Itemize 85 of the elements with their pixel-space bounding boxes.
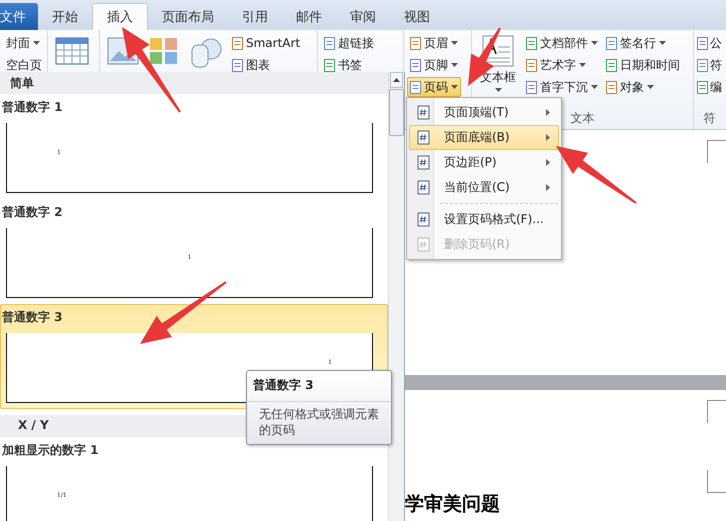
caret-icon: [494, 88, 502, 92]
command-icon: [697, 36, 708, 50]
ribbon-button[interactable]: 编: [696, 77, 723, 97]
ribbon-button[interactable]: 超链接: [321, 33, 377, 53]
caret-icon: [451, 63, 458, 67]
command-icon: [697, 58, 708, 72]
command-icon: [410, 58, 421, 72]
ribbon-tab[interactable]: 页面布局: [148, 3, 228, 30]
ribbon-tab[interactable]: 审阅: [336, 3, 390, 30]
caret-icon: [451, 41, 458, 45]
clip-art-icon[interactable]: [149, 37, 179, 65]
gallery-heading: 简单: [0, 72, 388, 94]
table-icon[interactable]: [55, 37, 89, 65]
caret-icon: [591, 41, 598, 45]
scroll-thumb[interactable]: [389, 89, 404, 136]
command-icon: [526, 36, 537, 50]
ribbon-tab[interactable]: 插入: [92, 3, 148, 30]
caret-icon: [33, 41, 40, 45]
command-icon: [324, 36, 335, 50]
ribbon-button[interactable]: 对象: [603, 77, 683, 97]
caret-icon: [659, 41, 666, 45]
ribbon-button[interactable]: 空白页: [3, 55, 45, 75]
menu-item[interactable]: 设置页码格式(F)...: [409, 200, 559, 232]
shapes-icon[interactable]: [189, 37, 223, 69]
caret-icon: [591, 85, 598, 89]
command-icon: [410, 80, 421, 94]
gallery-item-label: 普通数字 1: [1, 99, 64, 116]
gallery-item-label: 普通数字 2: [1, 204, 64, 221]
command-icon: [697, 80, 708, 94]
command-icon: [324, 58, 335, 72]
ribbon-button[interactable]: 页码: [407, 77, 461, 97]
page-icon: [416, 180, 430, 195]
ribbon-button[interactable]: 签名行: [603, 33, 683, 53]
ribbon-button[interactable]: 文档部件: [523, 33, 601, 53]
page-icon: [416, 130, 430, 145]
tooltip-title: 普通数字 3: [247, 371, 391, 402]
ribbon-button[interactable]: SmartArt: [229, 33, 304, 53]
ribbon-button[interactable]: 艺术字: [523, 55, 601, 75]
command-icon: [232, 58, 243, 72]
group-label: 符: [704, 111, 716, 125]
ribbon-tab[interactable]: 开始: [38, 3, 92, 30]
menu-item[interactable]: 页边距(P): [409, 150, 559, 175]
command-icon: [232, 36, 243, 50]
page-icon: [416, 212, 430, 227]
command-icon: [410, 36, 421, 50]
ribbon-button[interactable]: 页脚: [407, 55, 461, 75]
caret-icon: [579, 63, 586, 67]
page-icon: [416, 155, 430, 170]
ribbon-tab[interactable]: 文件: [0, 3, 38, 30]
gallery-item-label: 加粗显示的数字 1: [1, 442, 100, 459]
command-icon: [606, 80, 617, 94]
command-icon: [606, 58, 617, 72]
ribbon-button[interactable]: 首字下沉: [523, 77, 601, 97]
ribbon-button[interactable]: 公: [696, 33, 723, 53]
crop-mark: [707, 400, 726, 423]
document-title: 学审美问题: [405, 492, 500, 517]
scroll-up-button[interactable]: [390, 72, 403, 88]
ribbon-button[interactable]: 日期和时间: [603, 55, 683, 75]
submenu-arrow-icon: [546, 184, 550, 191]
command-icon: [526, 80, 537, 94]
submenu-arrow-icon: [546, 159, 550, 166]
page-icon: [416, 105, 430, 120]
group-label: 文本: [570, 111, 594, 125]
crop-mark: [707, 140, 726, 163]
ribbon-button[interactable]: 封面: [3, 33, 45, 53]
menu-item[interactable]: 页面顶端(T): [409, 100, 559, 125]
ribbon-button[interactable]: 书签: [321, 55, 377, 75]
menu-item[interactable]: 当前位置(C): [409, 175, 559, 200]
menu-item[interactable]: 页面底端(B): [409, 125, 559, 150]
ribbon-button[interactable]: 图表: [229, 55, 304, 75]
submenu-arrow-icon: [546, 134, 550, 141]
caret-icon: [451, 85, 458, 89]
crop-mark: [707, 470, 726, 493]
ribbon-tab[interactable]: 引用: [228, 3, 282, 30]
command-icon: [526, 58, 537, 72]
ribbon-tab[interactable]: 视图: [390, 3, 444, 30]
ribbon-button[interactable]: 页眉: [407, 33, 461, 53]
page-icon: [416, 237, 430, 252]
gallery-item-label: 普通数字 3: [1, 309, 64, 326]
ribbon-button[interactable]: 符: [696, 55, 723, 75]
submenu-arrow-icon: [546, 109, 550, 116]
ribbon-tab[interactable]: 邮件: [282, 3, 336, 30]
command-icon: [606, 36, 617, 50]
up-arrow-icon: [393, 78, 400, 82]
caret-icon: [647, 85, 654, 89]
